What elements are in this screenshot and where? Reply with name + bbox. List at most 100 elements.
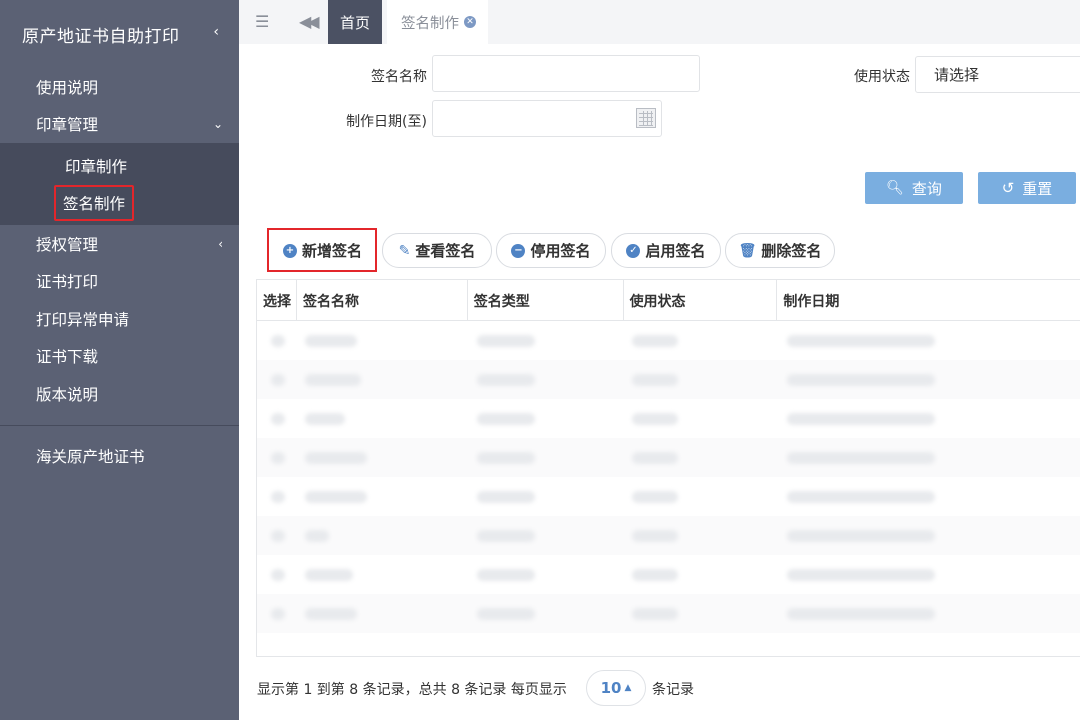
sidebar-item-version-notes[interactable]: 版本说明 xyxy=(0,375,239,413)
signature-name-label: 签名名称 xyxy=(371,69,427,85)
row-checkbox[interactable] xyxy=(271,413,285,425)
row-signature-name xyxy=(305,413,345,425)
row-usage-status xyxy=(632,374,678,386)
table-row[interactable] xyxy=(257,555,1080,594)
row-signature-name xyxy=(305,530,329,542)
search-button-label: 查询 xyxy=(911,179,942,198)
menu-icon[interactable]: ☰ xyxy=(255,12,269,31)
sidebar-item-authorization[interactable]: 授权管理 ‹ xyxy=(0,225,239,263)
search-icon: 🔍︎ xyxy=(886,180,904,196)
caret-up-icon: ▲ xyxy=(624,683,632,693)
row-checkbox[interactable] xyxy=(271,452,285,464)
row-creation-date xyxy=(787,413,935,425)
app-title: 原产地证书自助打印 xyxy=(22,26,180,47)
sidebar-item-signature-creation[interactable]: 签名制作 xyxy=(0,184,239,221)
row-signature-name xyxy=(305,374,361,386)
sidebar-item-label: 证书下载 xyxy=(36,348,99,367)
reset-button[interactable]: ↺ 重置 xyxy=(978,172,1076,204)
row-signature-name xyxy=(305,335,357,347)
pagination-suffix: 条记录 xyxy=(652,682,694,698)
enable-signature-button[interactable]: ✓ 启用签名 xyxy=(611,233,721,268)
tab-label: 签名制作 xyxy=(401,15,459,32)
row-signature-type xyxy=(477,335,535,347)
table-row[interactable] xyxy=(257,516,1080,555)
highlight-box xyxy=(267,228,377,272)
sidebar-item-label: 版本说明 xyxy=(36,385,99,404)
row-signature-type xyxy=(477,608,535,620)
usage-status-label: 使用状态 xyxy=(854,69,910,85)
sidebar-item-certificate-download[interactable]: 证书下载 xyxy=(0,338,239,376)
view-signature-button[interactable]: ✎ 查看签名 xyxy=(382,233,492,268)
page-size-value: 10 xyxy=(600,679,622,697)
sidebar-item-seal-management[interactable]: 印章管理 ⌄ xyxy=(0,106,239,144)
table-header: 选择 签名名称 签名类型 使用状态 制作日期 xyxy=(257,280,1080,321)
table-row[interactable] xyxy=(257,594,1080,633)
sidebar-item-seal-creation[interactable]: 印章制作 xyxy=(0,147,239,184)
check-circle-icon: ✓ xyxy=(626,243,641,258)
sidebar-item-customs-certificate[interactable]: 海关原产地证书 xyxy=(0,438,239,476)
column-usage-status: 使用状态 xyxy=(624,280,778,321)
row-checkbox[interactable] xyxy=(271,530,285,542)
row-signature-type xyxy=(477,569,535,581)
row-signature-name xyxy=(305,569,353,581)
column-signature-name: 签名名称 xyxy=(297,280,468,321)
close-icon[interactable]: ✕ xyxy=(464,16,476,28)
disable-signature-button[interactable]: − 停用签名 xyxy=(496,233,606,268)
row-checkbox[interactable] xyxy=(271,374,285,386)
row-creation-date xyxy=(787,608,935,620)
tab-home[interactable]: 首页 xyxy=(328,0,382,44)
row-creation-date xyxy=(787,530,935,542)
table-row[interactable] xyxy=(257,321,1080,360)
row-checkbox[interactable] xyxy=(271,491,285,503)
creation-date-input[interactable] xyxy=(432,100,662,137)
row-signature-name xyxy=(305,491,367,503)
row-usage-status xyxy=(632,608,678,620)
chevron-down-icon: ⌄ xyxy=(212,117,223,132)
row-signature-type xyxy=(477,374,535,386)
sidebar-divider xyxy=(0,424,239,426)
table-row[interactable] xyxy=(257,438,1080,477)
row-creation-date xyxy=(787,491,935,503)
disable-signature-label: 停用签名 xyxy=(530,242,591,260)
delete-signature-label: 删除签名 xyxy=(761,242,822,260)
table-row[interactable] xyxy=(257,477,1080,516)
delete-signature-button[interactable]: 🗑︎ 删除签名 xyxy=(725,233,835,268)
row-creation-date xyxy=(787,452,935,464)
double-left-arrow-icon[interactable]: ◀◀ xyxy=(299,12,320,31)
creation-date-label: 制作日期(至) xyxy=(346,114,427,130)
row-creation-date xyxy=(787,335,935,347)
row-signature-type xyxy=(477,413,535,425)
row-signature-type xyxy=(477,452,535,464)
sidebar-item-certificate-print[interactable]: 证书打印 xyxy=(0,263,239,301)
row-creation-date xyxy=(787,569,935,581)
page-size-select[interactable]: 10 ▲ xyxy=(586,670,646,706)
sidebar-item-label: 授权管理 xyxy=(36,235,99,254)
sidebar-item-label: 证书打印 xyxy=(36,273,99,292)
search-button[interactable]: 🔍︎ 查询 xyxy=(865,172,963,204)
sidebar-item-label: 打印异常申请 xyxy=(36,310,130,329)
collapse-sidebar-icon[interactable]: ‹ xyxy=(213,24,219,40)
row-signature-name xyxy=(305,452,367,464)
sidebar-item-print-exception[interactable]: 打印异常申请 xyxy=(0,300,239,338)
row-checkbox[interactable] xyxy=(271,335,285,347)
usage-status-value: 请选择 xyxy=(934,66,980,84)
table-row[interactable] xyxy=(257,399,1080,438)
tab-bar: ☰ ◀◀ 首页 签名制作 ✕ xyxy=(239,0,1080,44)
row-usage-status xyxy=(632,491,678,503)
row-checkbox[interactable] xyxy=(271,569,285,581)
tab-signature-creation[interactable]: 签名制作 ✕ xyxy=(387,0,488,44)
signature-name-input[interactable] xyxy=(432,55,700,92)
sidebar-item-usage-guide[interactable]: 使用说明 xyxy=(0,68,239,106)
row-checkbox[interactable] xyxy=(271,608,285,620)
calendar-icon[interactable] xyxy=(636,108,656,128)
column-creation-date: 制作日期 xyxy=(783,293,840,310)
row-signature-type xyxy=(477,530,535,542)
row-signature-type xyxy=(477,491,535,503)
enable-signature-label: 启用签名 xyxy=(645,242,706,260)
row-signature-name xyxy=(305,608,357,620)
usage-status-select[interactable]: 请选择 xyxy=(915,56,1080,93)
row-usage-status xyxy=(632,452,678,464)
minus-circle-icon: − xyxy=(511,243,526,258)
table-row[interactable] xyxy=(257,360,1080,399)
column-select: 选择 xyxy=(257,280,297,321)
